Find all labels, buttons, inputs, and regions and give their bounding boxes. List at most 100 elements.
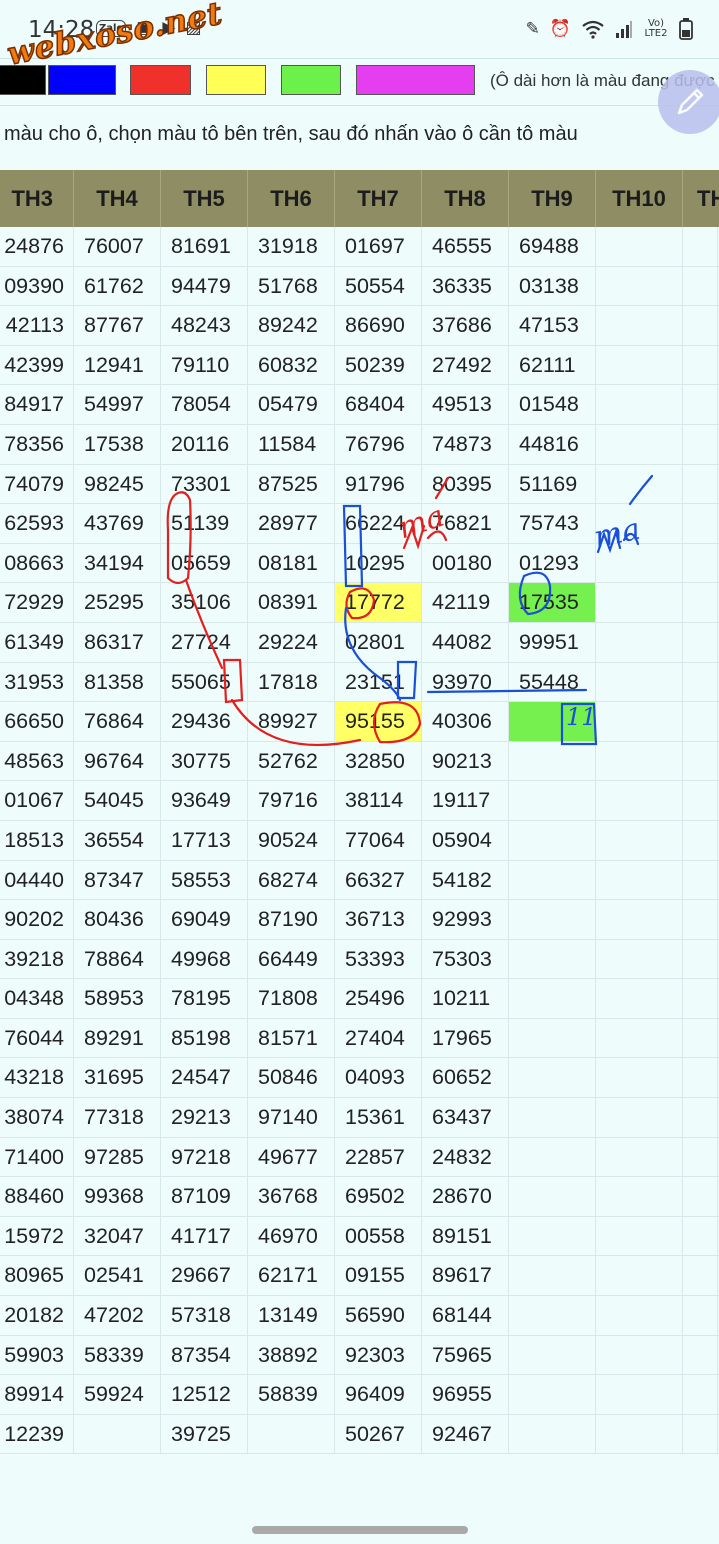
- table-cell[interactable]: [509, 781, 596, 820]
- column-header-th9[interactable]: TH9: [509, 170, 596, 227]
- table-cell[interactable]: 93970: [422, 662, 509, 702]
- table-cell[interactable]: 84917: [0, 385, 74, 424]
- table-cell[interactable]: [683, 1296, 718, 1335]
- table-cell[interactable]: 17772: [335, 583, 422, 622]
- table-cell[interactable]: 04440: [0, 860, 74, 900]
- table-cell[interactable]: [596, 1296, 683, 1335]
- table-cell[interactable]: [683, 662, 718, 702]
- table-cell[interactable]: 90524: [248, 820, 335, 860]
- table-cell[interactable]: 75743: [509, 504, 596, 543]
- table-cell[interactable]: 79110: [161, 345, 248, 385]
- home-indicator[interactable]: [252, 1526, 468, 1534]
- table-cell[interactable]: 19117: [422, 781, 509, 820]
- table-cell[interactable]: 78356: [0, 424, 74, 464]
- table-cell[interactable]: 25496: [335, 979, 422, 1018]
- table-cell[interactable]: [596, 1137, 683, 1177]
- table-cell[interactable]: [596, 1414, 683, 1454]
- table-cell[interactable]: 77318: [74, 1098, 161, 1137]
- table-cell[interactable]: 55448: [509, 662, 596, 702]
- table-cell[interactable]: 62593: [0, 504, 74, 543]
- table-cell[interactable]: 87347: [74, 860, 161, 900]
- table-cell[interactable]: 69488: [509, 227, 596, 266]
- table-cell[interactable]: 58339: [74, 1335, 161, 1375]
- table-cell[interactable]: 43769: [74, 504, 161, 543]
- table-cell[interactable]: 77064: [335, 820, 422, 860]
- table-cell[interactable]: 24547: [161, 1058, 248, 1098]
- table-cell[interactable]: [509, 1414, 596, 1454]
- table-cell[interactable]: 38114: [335, 781, 422, 820]
- table-cell[interactable]: 50267: [335, 1414, 422, 1454]
- table-cell[interactable]: 43218: [0, 1058, 74, 1098]
- table-cell[interactable]: 17535: [509, 583, 596, 622]
- table-cell[interactable]: [509, 1375, 596, 1414]
- table-cell[interactable]: 78195: [161, 979, 248, 1018]
- table-cell[interactable]: [683, 583, 718, 622]
- table-cell[interactable]: 36335: [422, 266, 509, 306]
- table-cell[interactable]: 87109: [161, 1177, 248, 1216]
- table-cell[interactable]: 87767: [74, 306, 161, 345]
- table-cell[interactable]: [683, 1018, 718, 1058]
- table-cell[interactable]: 02801: [335, 622, 422, 662]
- table-cell[interactable]: 13149: [248, 1296, 335, 1335]
- table-cell[interactable]: 04093: [335, 1058, 422, 1098]
- table-cell[interactable]: 69049: [161, 900, 248, 939]
- table-cell[interactable]: 71400: [0, 1137, 74, 1177]
- table-cell[interactable]: 74873: [422, 424, 509, 464]
- table-cell[interactable]: [683, 781, 718, 820]
- table-cell[interactable]: 56590: [335, 1296, 422, 1335]
- table-cell[interactable]: [596, 900, 683, 939]
- table-cell[interactable]: [596, 583, 683, 622]
- table-cell[interactable]: 86690: [335, 306, 422, 345]
- table-cell[interactable]: [596, 702, 683, 741]
- table-cell[interactable]: 80965: [0, 1256, 74, 1296]
- table-cell[interactable]: [509, 1177, 596, 1216]
- table-cell[interactable]: 51768: [248, 266, 335, 306]
- table-cell[interactable]: 89617: [422, 1256, 509, 1296]
- table-cell[interactable]: 39725: [161, 1414, 248, 1454]
- table-cell[interactable]: 42119: [422, 583, 509, 622]
- table-cell[interactable]: 31953: [0, 662, 74, 702]
- table-cell[interactable]: [596, 662, 683, 702]
- table-cell[interactable]: [509, 1216, 596, 1256]
- table-cell[interactable]: [683, 820, 718, 860]
- table-cell[interactable]: 12941: [74, 345, 161, 385]
- table-cell[interactable]: [596, 820, 683, 860]
- table-cell[interactable]: 85198: [161, 1018, 248, 1058]
- table-cell[interactable]: 05904: [422, 820, 509, 860]
- table-cell[interactable]: 97218: [161, 1137, 248, 1177]
- table-cell[interactable]: [596, 860, 683, 900]
- table-cell[interactable]: 66327: [335, 860, 422, 900]
- table-cell[interactable]: 17818: [248, 662, 335, 702]
- table-cell[interactable]: 23151: [335, 662, 422, 702]
- table-cell[interactable]: 81358: [74, 662, 161, 702]
- table-cell[interactable]: 25295: [74, 583, 161, 622]
- table-cell[interactable]: 29667: [161, 1256, 248, 1296]
- table-cell[interactable]: 04348: [0, 979, 74, 1018]
- table-cell[interactable]: [596, 622, 683, 662]
- table-cell[interactable]: 97140: [248, 1098, 335, 1137]
- column-header-th[interactable]: TH: [683, 170, 719, 227]
- table-cell[interactable]: 50239: [335, 345, 422, 385]
- table-cell[interactable]: 95155: [335, 702, 422, 741]
- table-cell[interactable]: 68404: [335, 385, 422, 424]
- table-cell[interactable]: 89291: [74, 1018, 161, 1058]
- table-cell[interactable]: 09390: [0, 266, 74, 306]
- table-cell[interactable]: 76044: [0, 1018, 74, 1058]
- table-cell[interactable]: [596, 1098, 683, 1137]
- table-cell[interactable]: 54182: [422, 860, 509, 900]
- table-cell[interactable]: [596, 385, 683, 424]
- table-cell[interactable]: 87354: [161, 1335, 248, 1375]
- draw-fab-button[interactable]: [658, 70, 719, 134]
- table-cell[interactable]: 92993: [422, 900, 509, 939]
- table-cell[interactable]: 76864: [74, 702, 161, 741]
- table-cell[interactable]: 47202: [74, 1296, 161, 1335]
- table-cell[interactable]: [683, 1098, 718, 1137]
- table-cell[interactable]: 31918: [248, 227, 335, 266]
- table-cell[interactable]: [683, 1058, 718, 1098]
- table-cell[interactable]: 80395: [422, 464, 509, 504]
- column-header-th8[interactable]: TH8: [422, 170, 509, 227]
- table-cell[interactable]: [596, 464, 683, 504]
- table-cell[interactable]: 02541: [74, 1256, 161, 1296]
- table-cell[interactable]: 46555: [422, 227, 509, 266]
- table-cell[interactable]: [596, 979, 683, 1018]
